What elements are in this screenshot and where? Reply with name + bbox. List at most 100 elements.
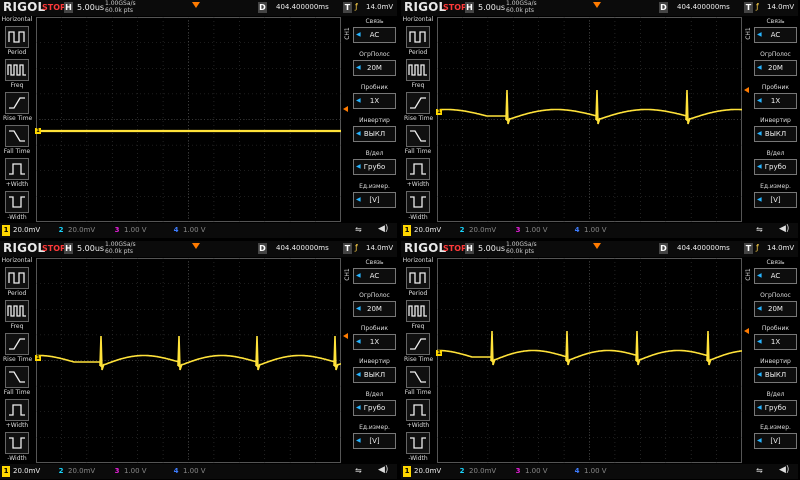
- setting-value[interactable]: ◀ Грубо: [754, 400, 797, 416]
- setting-value[interactable]: ◀ 1X: [754, 334, 797, 350]
- channel-3-chip[interactable]: 3 1.00 V: [113, 225, 147, 236]
- channel-4-chip[interactable]: 4 1.00 V: [573, 225, 607, 236]
- channel-4-chip[interactable]: 4 1.00 V: [573, 466, 607, 477]
- channel-setting-item[interactable]: ОгрПолос ◀ 20M: [353, 51, 396, 76]
- setting-value[interactable]: ◀ AC: [353, 268, 396, 284]
- channel-setting-item[interactable]: В/дел ◀ Грубо: [353, 391, 396, 416]
- measure-fall-time-button[interactable]: Fall Time: [404, 366, 432, 396]
- setting-value[interactable]: ◀ Грубо: [353, 159, 396, 175]
- channel-setting-item[interactable]: В/дел ◀ Грубо: [754, 391, 797, 416]
- channel-setting-item[interactable]: Пробник ◀ 1X: [353, 84, 396, 109]
- measure-rise-time-button[interactable]: Rise Time: [3, 92, 32, 122]
- setting-value[interactable]: ◀ 20M: [754, 301, 797, 317]
- delay-value[interactable]: 404.400000ms: [677, 244, 730, 252]
- measure-plus-width-button[interactable]: +Width: [3, 158, 31, 188]
- channel-setting-item[interactable]: Пробник ◀ 1X: [754, 84, 797, 109]
- channel-setting-item[interactable]: Инвертир ◀ ВЫКЛ: [754, 117, 797, 142]
- timebase-value[interactable]: 5.00us: [77, 3, 104, 12]
- ch1-offset-marker[interactable]: 1: [436, 109, 442, 115]
- run-status[interactable]: STOP: [42, 3, 66, 12]
- ch1-offset-marker[interactable]: 1: [35, 128, 41, 134]
- channel-1-chip[interactable]: 1 20.0mV: [2, 225, 40, 236]
- channel-3-chip[interactable]: 3 1.00 V: [514, 225, 548, 236]
- channel-1-chip[interactable]: 1 20.0mV: [403, 225, 441, 236]
- setting-value[interactable]: ◀ ВЫКЛ: [353, 126, 396, 142]
- speaker-icon[interactable]: ◀): [378, 224, 388, 234]
- channel-4-chip[interactable]: 4 1.00 V: [172, 466, 206, 477]
- channel-setting-item[interactable]: Связь ◀ AC: [754, 259, 797, 284]
- measure-period-button[interactable]: Period: [3, 267, 31, 297]
- channel-setting-item[interactable]: Ед.измер. ◀ [V]: [754, 424, 797, 449]
- channel-setting-item[interactable]: Ед.измер. ◀ [V]: [754, 183, 797, 208]
- setting-value[interactable]: ◀ 20M: [353, 301, 396, 317]
- channel-3-chip[interactable]: 3 1.00 V: [514, 466, 548, 477]
- setting-value[interactable]: ◀ AC: [353, 27, 396, 43]
- channel-setting-item[interactable]: Инвертир ◀ ВЫКЛ: [754, 358, 797, 383]
- measure-freq-button[interactable]: Freq: [3, 59, 31, 89]
- trigger-level-marker[interactable]: [343, 106, 348, 112]
- channel-2-chip[interactable]: 2 20.0mV: [458, 225, 497, 236]
- channel-setting-item[interactable]: Пробник ◀ 1X: [353, 325, 396, 350]
- channel-setting-item[interactable]: Инвертир ◀ ВЫКЛ: [353, 358, 396, 383]
- run-status[interactable]: STOP: [443, 3, 467, 12]
- measure-period-button[interactable]: Period: [3, 26, 31, 56]
- setting-value[interactable]: ◀ [V]: [353, 433, 396, 449]
- setting-value[interactable]: ◀ 1X: [754, 93, 797, 109]
- setting-value[interactable]: ◀ ВЫКЛ: [754, 367, 797, 383]
- setting-value[interactable]: ◀ 1X: [353, 93, 396, 109]
- speaker-icon[interactable]: ◀): [779, 224, 789, 234]
- setting-value[interactable]: ◀ AC: [754, 27, 797, 43]
- setting-value[interactable]: ◀ 20M: [353, 60, 396, 76]
- measure-rise-time-button[interactable]: Rise Time: [3, 333, 32, 363]
- setting-value[interactable]: ◀ ВЫКЛ: [353, 367, 396, 383]
- measure-minus-width-button[interactable]: -Width: [3, 432, 31, 462]
- measure-period-button[interactable]: Period: [404, 26, 432, 56]
- measure-fall-time-button[interactable]: Fall Time: [3, 366, 31, 396]
- measure-period-button[interactable]: Period: [404, 267, 432, 297]
- measure-freq-button[interactable]: Freq: [3, 300, 31, 330]
- trigger-level-marker[interactable]: [744, 87, 749, 93]
- trigger-level-marker[interactable]: [343, 333, 348, 339]
- measure-minus-width-button[interactable]: -Width: [404, 191, 432, 221]
- channel-setting-item[interactable]: В/дел ◀ Грубо: [353, 150, 396, 175]
- setting-value[interactable]: ◀ 1X: [353, 334, 396, 350]
- channel-setting-item[interactable]: В/дел ◀ Грубо: [754, 150, 797, 175]
- measure-freq-button[interactable]: Freq: [404, 59, 432, 89]
- channel-4-chip[interactable]: 4 1.00 V: [172, 225, 206, 236]
- channel-1-chip[interactable]: 1 20.0mV: [2, 466, 40, 477]
- setting-value[interactable]: ◀ [V]: [754, 433, 797, 449]
- delay-value[interactable]: 404.400000ms: [677, 3, 730, 11]
- measure-minus-width-button[interactable]: -Width: [3, 191, 31, 221]
- run-status[interactable]: STOP: [443, 244, 467, 253]
- measure-plus-width-button[interactable]: +Width: [404, 399, 432, 429]
- setting-value[interactable]: ◀ Грубо: [754, 159, 797, 175]
- ch1-offset-marker[interactable]: 1: [35, 355, 41, 361]
- timebase-value[interactable]: 5.00us: [77, 244, 104, 253]
- channel-2-chip[interactable]: 2 20.0mV: [57, 466, 96, 477]
- setting-value[interactable]: ◀ Грубо: [353, 400, 396, 416]
- channel-setting-item[interactable]: ОгрПолос ◀ 20M: [754, 292, 797, 317]
- channel-2-chip[interactable]: 2 20.0mV: [57, 225, 96, 236]
- run-status[interactable]: STOP: [42, 244, 66, 253]
- measure-rise-time-button[interactable]: Rise Time: [404, 333, 433, 363]
- measure-freq-button[interactable]: Freq: [404, 300, 432, 330]
- measure-plus-width-button[interactable]: +Width: [404, 158, 432, 188]
- channel-setting-item[interactable]: Пробник ◀ 1X: [754, 325, 797, 350]
- channel-setting-item[interactable]: Связь ◀ AC: [353, 259, 396, 284]
- channel-setting-item[interactable]: Связь ◀ AC: [754, 18, 797, 43]
- delay-value[interactable]: 404.400000ms: [276, 244, 329, 252]
- timebase-value[interactable]: 5.00us: [478, 244, 505, 253]
- measure-minus-width-button[interactable]: -Width: [404, 432, 432, 462]
- channel-setting-item[interactable]: Ед.измер. ◀ [V]: [353, 183, 396, 208]
- delay-value[interactable]: 404.400000ms: [276, 3, 329, 11]
- channel-setting-item[interactable]: Ед.измер. ◀ [V]: [353, 424, 396, 449]
- trigger-level-value[interactable]: 14.0mV: [366, 244, 393, 252]
- speaker-icon[interactable]: ◀): [779, 465, 789, 475]
- timebase-value[interactable]: 5.00us: [478, 3, 505, 12]
- setting-value[interactable]: ◀ AC: [754, 268, 797, 284]
- channel-setting-item[interactable]: ОгрПолос ◀ 20M: [754, 51, 797, 76]
- channel-setting-item[interactable]: ОгрПолос ◀ 20M: [353, 292, 396, 317]
- channel-3-chip[interactable]: 3 1.00 V: [113, 466, 147, 477]
- channel-setting-item[interactable]: Связь ◀ AC: [353, 18, 396, 43]
- channel-setting-item[interactable]: Инвертир ◀ ВЫКЛ: [353, 117, 396, 142]
